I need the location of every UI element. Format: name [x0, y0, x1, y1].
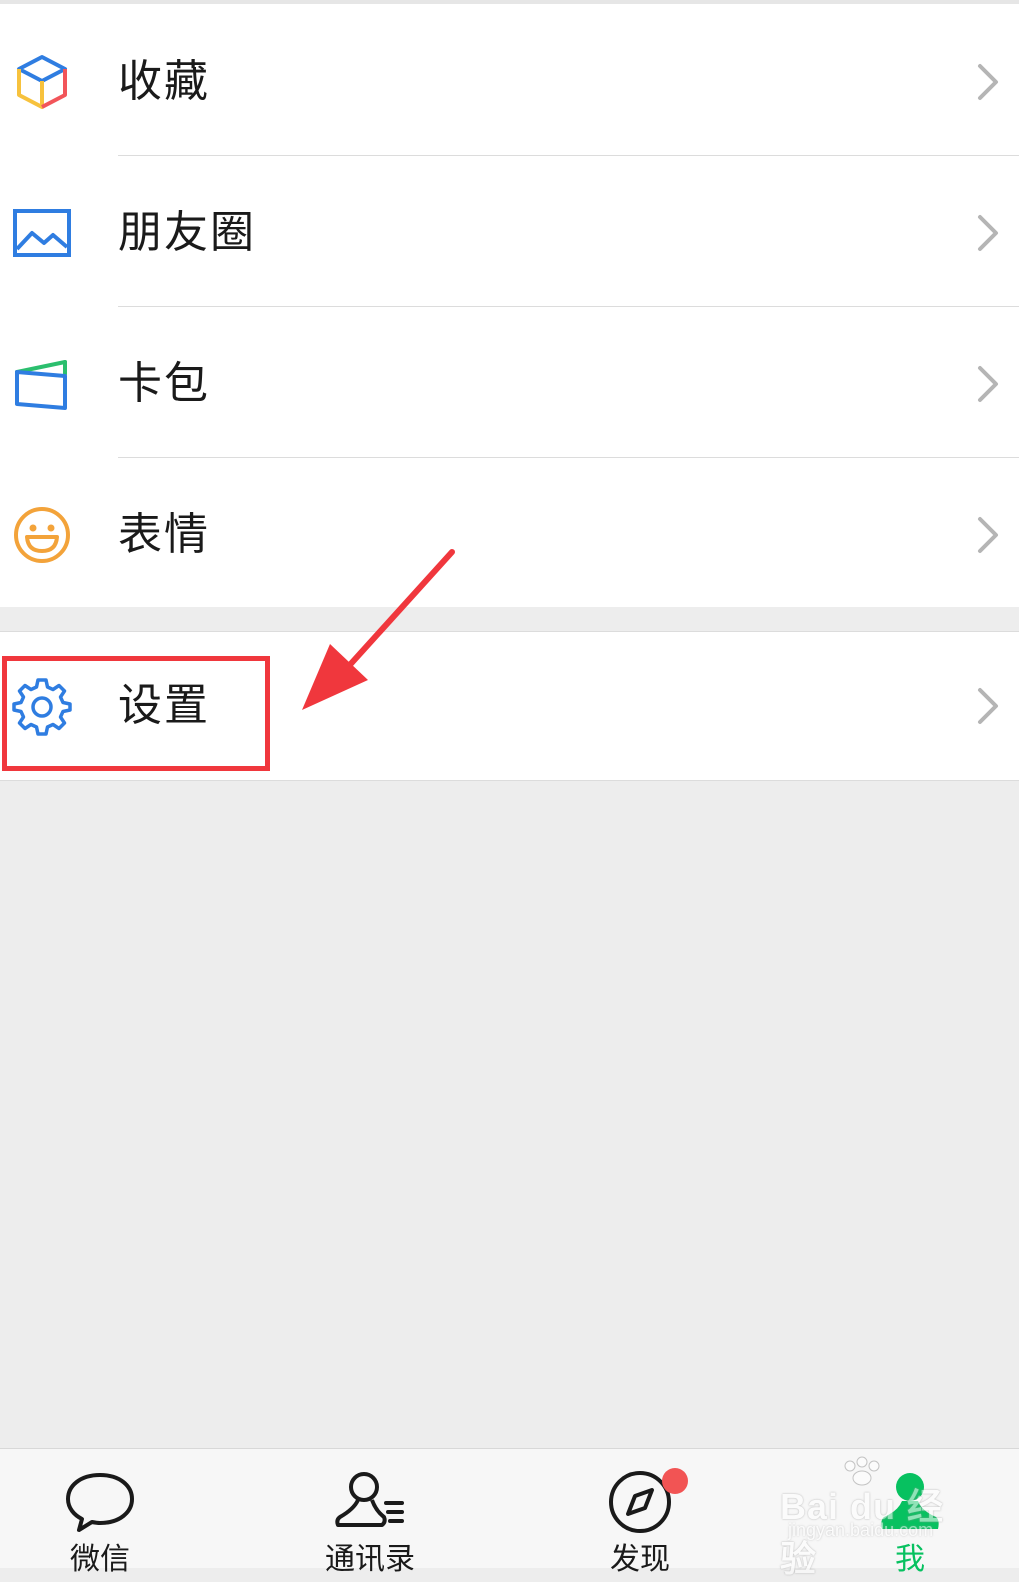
tab-contacts[interactable]: 通讯录: [290, 1449, 450, 1577]
tab-discover[interactable]: 发现: [560, 1449, 720, 1577]
moments-photo-icon: [12, 203, 72, 263]
me-person-icon: [872, 1467, 948, 1537]
card-wallet-icon: [12, 354, 72, 414]
tab-label: 微信: [70, 1542, 130, 1577]
red-arrow-annotation: [302, 549, 455, 710]
menu-item-favorites[interactable]: 收藏: [0, 4, 1019, 155]
favorites-cube-icon: [12, 52, 72, 112]
chat-bubble-icon: [62, 1467, 138, 1537]
chevron-right-icon: [970, 60, 1004, 104]
menu-item-label: 收藏: [118, 56, 210, 107]
sticker-smiley-icon: [12, 505, 72, 565]
settings-highlight-box: [2, 656, 270, 771]
tab-chats[interactable]: 微信: [20, 1449, 180, 1577]
tab-me[interactable]: 我: [830, 1449, 990, 1577]
menu-group-main: 收藏 朋友圈 卡包 表情: [0, 4, 1019, 607]
bottom-tab-bar: 微信 通讯录 发现 我: [0, 1448, 1019, 1577]
chevron-right-icon: [970, 211, 1004, 255]
menu-item-label: 卡包: [118, 358, 210, 409]
tab-label: 我: [895, 1542, 925, 1577]
menu-item-moments[interactable]: 朋友圈: [0, 155, 1019, 306]
chevron-right-icon: [970, 513, 1004, 557]
menu-item-stickers[interactable]: 表情: [0, 457, 1019, 608]
tab-label: 通讯录: [325, 1542, 415, 1577]
new-badge-dot: [662, 1468, 688, 1494]
menu-item-label: 朋友圈: [118, 207, 256, 258]
chevron-right-icon: [970, 362, 1004, 406]
wechat-me-screen: 收藏 朋友圈 卡包 表情 设置 微信 通讯录 发现 我 Bai du 经验 ji…: [0, 0, 1019, 1579]
contacts-icon: [332, 1467, 408, 1537]
menu-item-card-wallet[interactable]: 卡包: [0, 306, 1019, 457]
chevron-right-icon: [970, 684, 1004, 728]
tab-label: 发现: [610, 1542, 670, 1577]
menu-item-label: 表情: [118, 509, 210, 560]
